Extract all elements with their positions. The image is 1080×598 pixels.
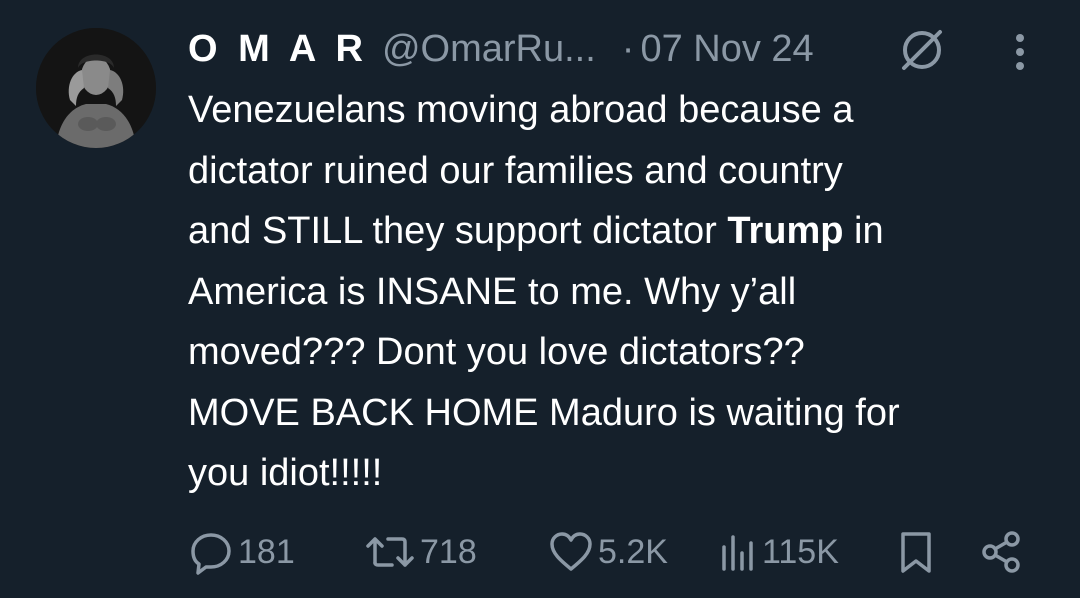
like-count: 5.2K: [598, 532, 668, 571]
reply-count: 181: [238, 532, 295, 571]
tweet-text-line: and STILL they support dictator Trump in: [188, 201, 1068, 262]
retweet-count: 718: [420, 532, 477, 571]
author-name[interactable]: O M A R: [188, 28, 368, 71]
tweet-text-line: MOVE BACK HOME Maduro is waiting for: [188, 391, 900, 434]
retweet-icon: [366, 537, 414, 567]
more-vertical-icon[interactable]: [1004, 30, 1036, 74]
tweet-text-line: moved??? Dont you love dictators??: [188, 331, 805, 373]
retweet-button[interactable]: 718: [364, 524, 477, 580]
action-bar: 181 718 5.2K 115K: [0, 524, 1080, 580]
avatar[interactable]: [36, 28, 156, 148]
bookmark-icon: [901, 532, 931, 573]
tweet-text-segment: in: [843, 210, 884, 252]
grok-icon[interactable]: [898, 26, 946, 74]
separator-dot: ·: [621, 27, 635, 70]
tweet-text-line: Venezuelans moving abroad because a: [188, 89, 854, 131]
reply-button[interactable]: 181: [188, 524, 295, 580]
author-handle[interactable]: @OmarRu...: [382, 28, 596, 71]
tweet-text-segment: and STILL they support dictator: [188, 210, 728, 252]
share-icon: [982, 531, 1020, 573]
tweet[interactable]: O M A R @OmarRu... · 07 Nov 24 Venezuela…: [0, 0, 1080, 598]
views-icon: [722, 535, 753, 571]
tweet-text-line: dictator ruined our families and country: [188, 149, 843, 192]
views-count: 115K: [762, 532, 839, 571]
tweet-text-line: you idiot!!!!!: [188, 452, 383, 494]
tweet-date[interactable]: 07 Nov 24: [640, 28, 813, 71]
like-button[interactable]: 5.2K: [548, 524, 668, 580]
tweet-text-bold: Trump: [727, 210, 844, 252]
reply-icon: [191, 533, 231, 575]
bookmark-button[interactable]: [896, 524, 936, 580]
tweet-text-line: America is INSANE to me. Why y’all: [188, 270, 797, 313]
heart-icon: [550, 532, 592, 571]
avatar-image: [36, 28, 156, 148]
views-button[interactable]: 115K: [718, 524, 839, 580]
share-button[interactable]: [978, 524, 1024, 580]
tweet-text: Venezuelans moving abroad because a dict…: [188, 80, 1068, 504]
tweet-header: O M A R @OmarRu... · 07 Nov 24: [188, 22, 814, 76]
